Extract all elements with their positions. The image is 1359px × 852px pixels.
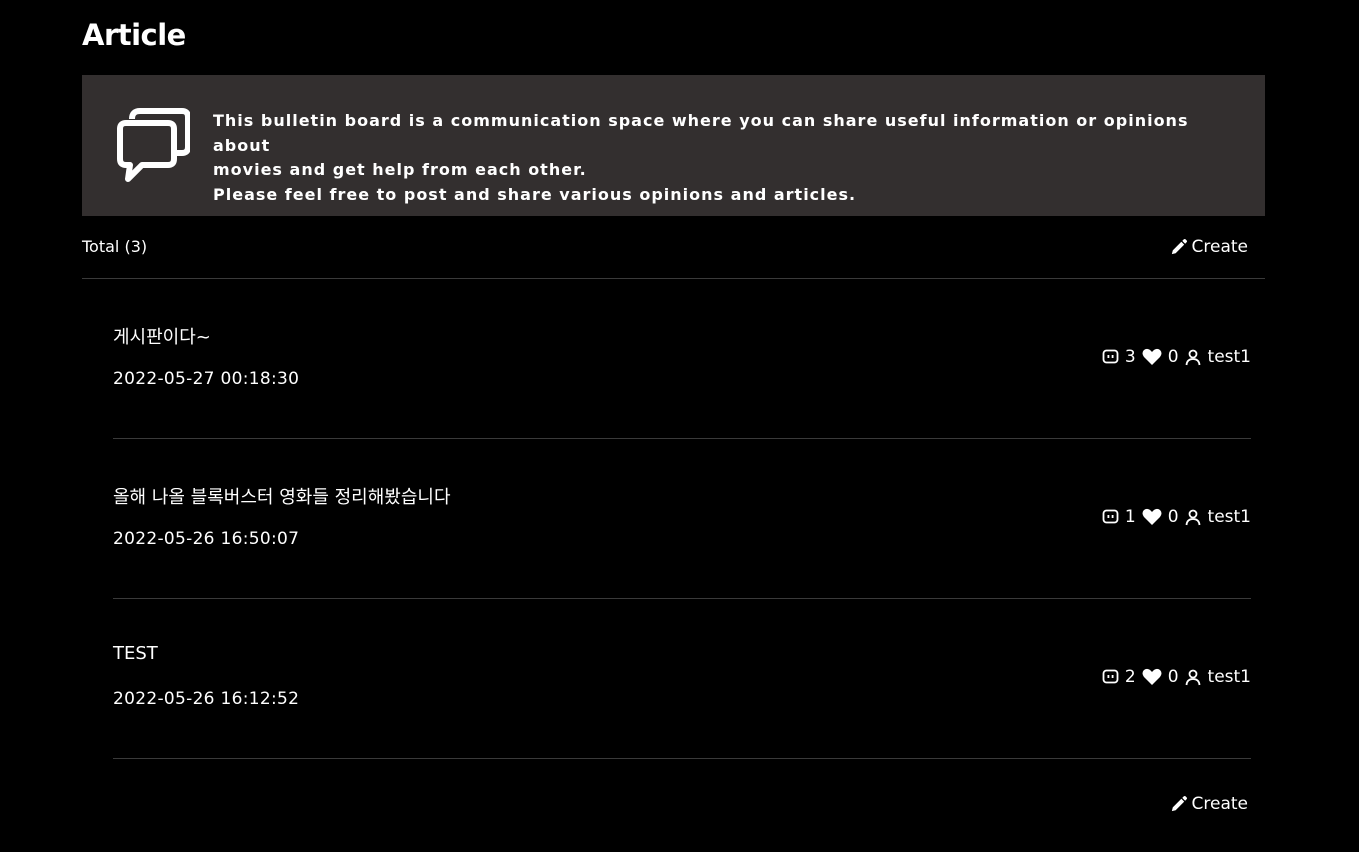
comment-count: 3 <box>1124 347 1136 367</box>
like-count: 0 <box>1167 347 1179 367</box>
info-banner: This bulletin board is a communication s… <box>82 75 1265 216</box>
article-row[interactable]: TEST 2022-05-26 16:12:52 2 0 test1 <box>113 599 1251 759</box>
article-date: 2022-05-26 16:50:07 <box>113 529 300 549</box>
user-icon <box>1185 349 1200 365</box>
chat-bubbles-icon <box>117 108 190 182</box>
banner-description: This bulletin board is a communication s… <box>213 109 1243 207</box>
like-count: 0 <box>1167 507 1179 527</box>
article-date: 2022-05-26 16:12:52 <box>113 689 300 709</box>
article-date: 2022-05-27 00:18:30 <box>113 369 300 389</box>
article-list: 게시판이다~ 2022-05-27 00:18:30 3 0 test1 올해 … <box>113 279 1251 759</box>
article-title[interactable]: 게시판이다~ <box>113 323 211 349</box>
total-count: Total (3) <box>82 237 148 256</box>
author-name: test1 <box>1207 507 1251 527</box>
heart-icon <box>1142 348 1162 365</box>
pencil-icon <box>1171 238 1187 254</box>
author-name: test1 <box>1207 347 1251 367</box>
banner-line-3: Please feel free to post and share vario… <box>213 184 857 204</box>
page-title: Article <box>82 18 186 52</box>
article-meta: 2 0 test1 <box>1102 667 1251 687</box>
author-name: test1 <box>1207 667 1251 687</box>
comment-icon <box>1102 669 1119 683</box>
create-button-label: Create <box>1191 794 1249 814</box>
heart-icon <box>1142 668 1162 685</box>
list-toolbar: Total (3) Create <box>82 232 1265 264</box>
article-meta: 3 0 test1 <box>1102 347 1251 367</box>
user-icon <box>1185 509 1200 525</box>
create-button[interactable]: Create <box>1169 237 1249 257</box>
pencil-icon <box>1171 795 1187 811</box>
article-row[interactable]: 게시판이다~ 2022-05-27 00:18:30 3 0 test1 <box>113 279 1251 439</box>
banner-line-1: This bulletin board is a communication s… <box>213 111 1189 155</box>
article-title[interactable]: 올해 나올 블록버스터 영화들 정리해봤습니다 <box>113 483 451 509</box>
comment-count: 1 <box>1124 507 1136 527</box>
user-icon <box>1185 669 1200 685</box>
comment-icon <box>1102 349 1119 363</box>
heart-icon <box>1142 508 1162 525</box>
article-title[interactable]: TEST <box>113 643 158 664</box>
article-meta: 1 0 test1 <box>1102 507 1251 527</box>
banner-line-2: movies and get help from each other. <box>213 160 587 179</box>
create-button-label: Create <box>1191 237 1249 257</box>
comment-icon <box>1102 509 1119 523</box>
like-count: 0 <box>1167 667 1179 687</box>
create-button-bottom[interactable]: Create <box>1169 794 1249 814</box>
article-row[interactable]: 올해 나올 블록버스터 영화들 정리해봤습니다 2022-05-26 16:50… <box>113 439 1251 599</box>
comment-count: 2 <box>1124 667 1136 687</box>
